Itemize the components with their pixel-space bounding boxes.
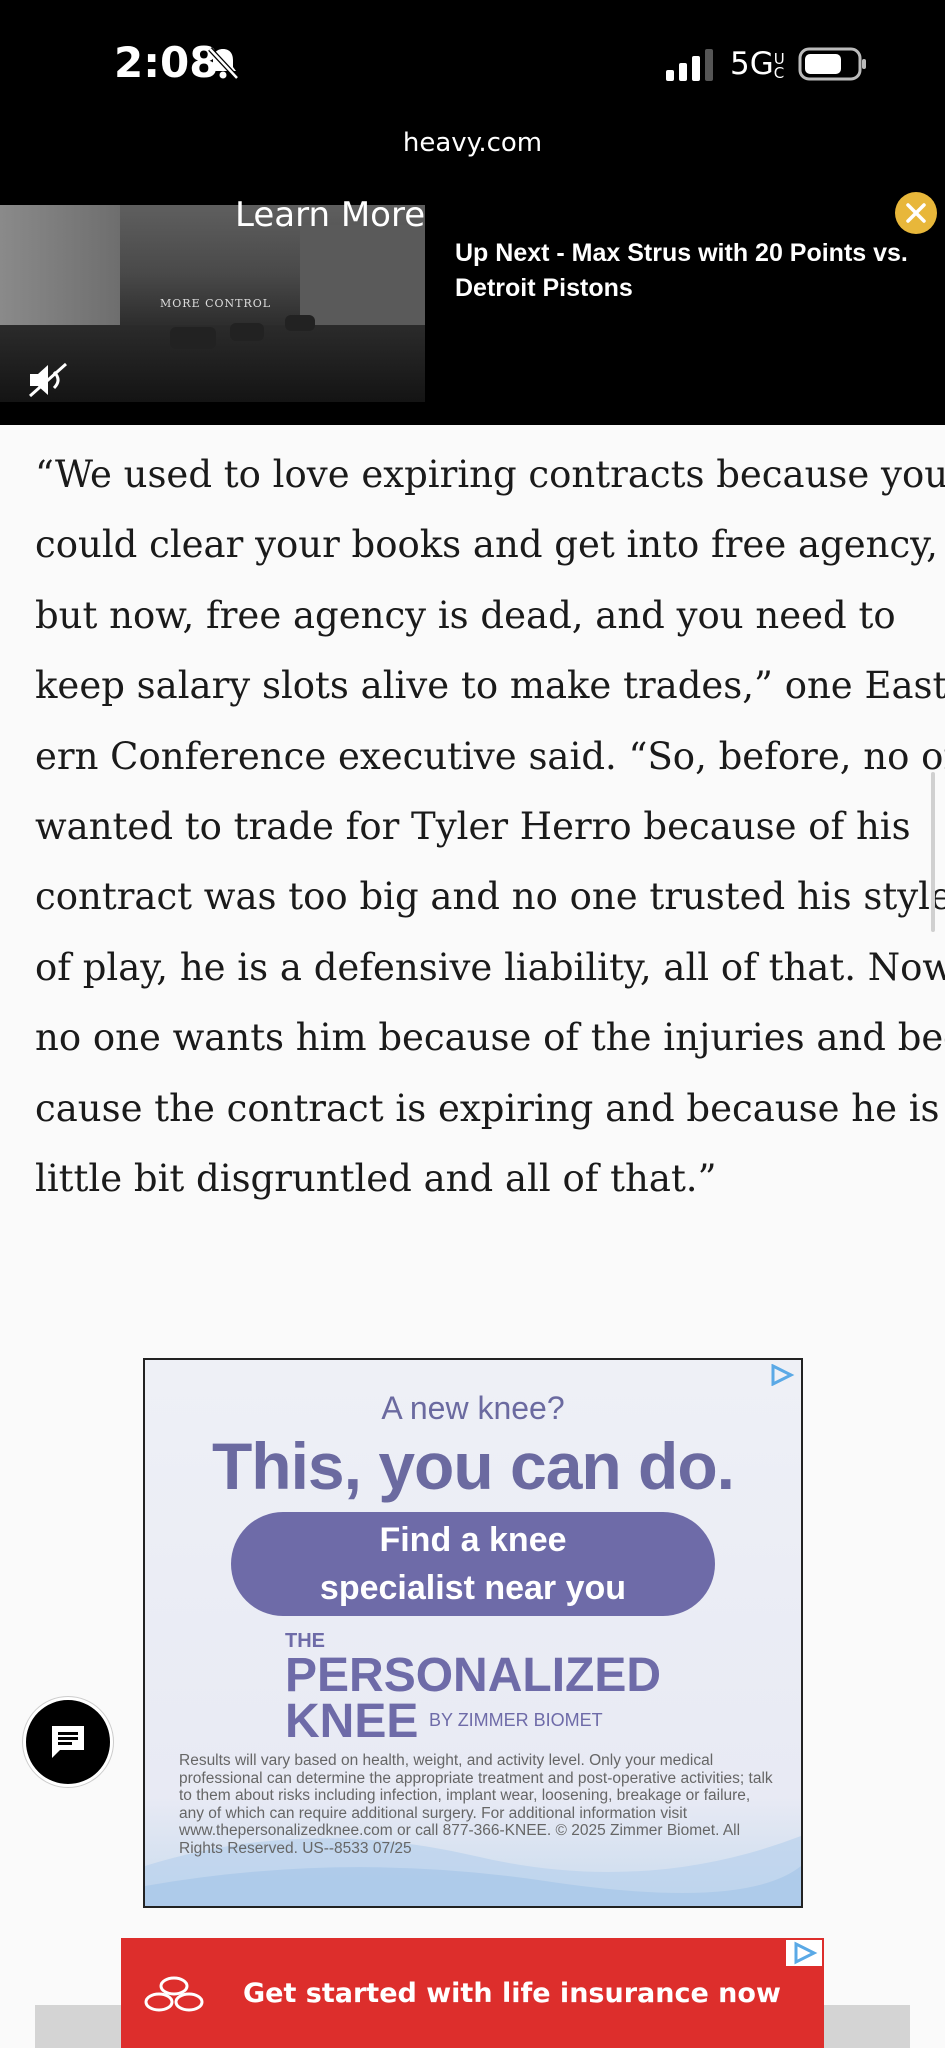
close-video-button[interactable]: [895, 192, 937, 234]
video-caption: MORE CONTROL: [160, 297, 272, 310]
life-insurance-ad[interactable]: Get started with life insurance now: [121, 1938, 824, 2048]
cta-line: specialist near you: [319, 1569, 627, 1607]
cta-line: Find a knee: [379, 1521, 567, 1559]
article-line: no one wants him because of the injuries…: [35, 1016, 945, 1060]
status-bar: 2:08 5GUC: [0, 0, 945, 125]
article-line: keep salary slots alive to make trades,”…: [35, 664, 945, 708]
article-line: “We used to love expiring contracts beca…: [35, 453, 945, 496]
battery-icon: [798, 47, 866, 81]
article-line: of play, he is a defensive liability, al…: [35, 945, 945, 989]
insurance-logo-icon: [144, 1976, 204, 2012]
ad-headline: This, you can do.: [211, 1429, 735, 1503]
scrollbar[interactable]: [931, 772, 935, 932]
article-line: contract was too big and no one trusted …: [35, 875, 945, 919]
video-building: [300, 225, 425, 335]
ad-disclaimer: Results will vary based on health, weigh…: [179, 1752, 773, 1857]
ad-choices-icon[interactable]: [769, 1364, 795, 1386]
signal-icon: [666, 49, 713, 81]
knee-ad-banner[interactable]: A new knee? This, you can do. Find a kne…: [143, 1358, 803, 1908]
brand-byline: BY ZIMMER BIOMET: [429, 1710, 603, 1730]
network-type: 5GUC: [730, 46, 785, 82]
article-line: but now, free agency is dead, and you ne…: [35, 593, 896, 637]
video-car: [170, 327, 216, 349]
url-bar[interactable]: heavy.com: [0, 128, 945, 158]
status-time: 2:08: [114, 38, 219, 87]
bell-slash-icon: [208, 47, 239, 80]
article-line: wanted to trade for Tyler Herro because …: [35, 805, 911, 849]
chat-icon: [52, 1726, 84, 1758]
close-icon: [906, 203, 926, 223]
article-line: cause the contract is expiring and becau…: [35, 1086, 945, 1130]
video-car: [230, 323, 264, 341]
mute-icon[interactable]: [26, 360, 72, 400]
life-insurance-ad-text: Get started with life insurance now: [243, 1978, 781, 2009]
article-body: “We used to love expiring contracts beca…: [35, 440, 945, 1214]
article-line: ern Conference executive said. “So, befo…: [35, 734, 945, 778]
video-car: [285, 315, 315, 331]
ad-choices-icon[interactable]: [786, 1940, 822, 1966]
learn-more-link[interactable]: Learn More: [235, 195, 425, 235]
article-line: could clear your books and get into free…: [35, 523, 938, 567]
up-next-title[interactable]: Up Next - Max Strus with 20 Points vs. D…: [455, 236, 915, 306]
ad-eyebrow: A new knee?: [381, 1390, 565, 1426]
article-line: little bit disgruntled and all of that.”: [35, 1157, 717, 1201]
network-suffix: UC: [773, 49, 785, 82]
find-specialist-button[interactable]: Find a knee specialist near you: [231, 1512, 715, 1616]
brand-name: KNEE: [285, 1695, 419, 1748]
chat-button[interactable]: [23, 1697, 113, 1787]
